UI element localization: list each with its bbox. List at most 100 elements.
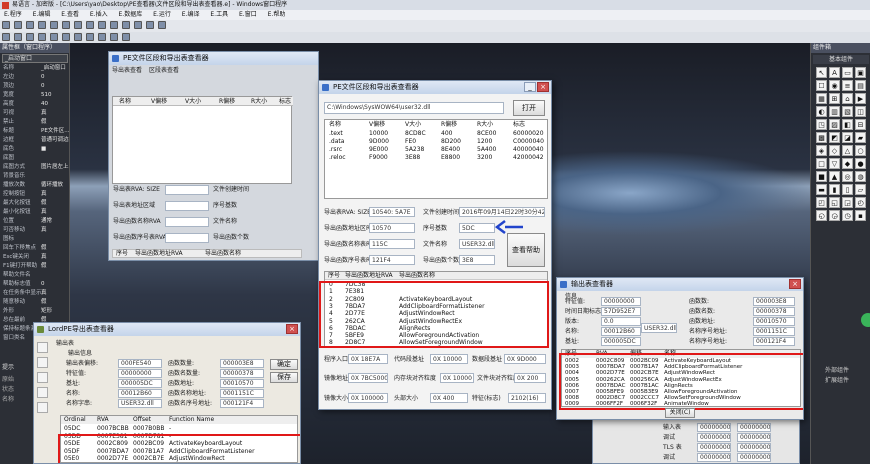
object-combo[interactable]: _启动窗口 <box>2 54 68 63</box>
find-icon[interactable] <box>134 21 142 29</box>
compile-icon[interactable] <box>122 21 130 29</box>
property-row[interactable]: 边框 普通可调边框 <box>3 137 69 144</box>
combobox-icon[interactable]: ▤ <box>855 80 866 91</box>
imgsize-field[interactable]: 0X 100000 <box>348 393 388 403</box>
export-viewer-value[interactable]: 0.0 <box>601 317 641 326</box>
property-row[interactable]: Esc键关闭 真 <box>3 254 67 261</box>
property-row[interactable]: 左边 0 <box>3 74 67 81</box>
radio-icon[interactable]: ◉ <box>829 80 840 91</box>
property-value[interactable]: 普通可调边框 <box>41 137 69 144</box>
menu-item[interactable]: E.程序 <box>4 10 22 20</box>
menu-item[interactable]: E.运行 <box>153 10 171 20</box>
grid-icon[interactable]: ◰ <box>816 197 827 208</box>
property-row[interactable]: 位置 通常 <box>3 218 67 225</box>
pointer-icon[interactable]: ↖ <box>816 67 827 78</box>
editbox-icon[interactable]: ◍ <box>855 171 866 182</box>
align-left-icon[interactable] <box>2 33 10 41</box>
picture-icon[interactable]: ⌂ <box>842 93 853 104</box>
tool-icon[interactable] <box>37 402 48 413</box>
panel-icon[interactable]: ▪ <box>855 210 866 221</box>
dir-value[interactable]: 00000000 <box>697 443 731 452</box>
imgbase-field[interactable]: 0X 7BC50000 <box>348 373 388 383</box>
entry-field[interactable]: 0X 18E7A <box>348 354 388 364</box>
designer-field[interactable] <box>165 233 209 243</box>
tool-icon[interactable] <box>37 357 48 368</box>
radio-icon[interactable]: ▮ <box>829 184 840 195</box>
export-viewer-value[interactable]: 57D952E7 <box>601 307 641 316</box>
menu-item[interactable]: E.编辑 <box>33 10 51 20</box>
dir-value[interactable]: 00000000 <box>697 423 731 432</box>
designer-field[interactable] <box>165 201 209 211</box>
combobox-icon[interactable]: ▰ <box>855 132 866 143</box>
checkbox-icon[interactable]: ▬ <box>816 184 827 195</box>
scrollbar-icon[interactable]: ◷ <box>842 210 853 221</box>
space-v-icon[interactable] <box>122 33 130 41</box>
toolbox-tab[interactable]: 基本组件 <box>813 55 869 64</box>
center-h-icon[interactable] <box>50 33 58 41</box>
lookup-button[interactable]: 查看帮助 <box>507 233 545 267</box>
file-path-input[interactable]: C:\Windows\SysWOW64\user32.dll <box>324 102 504 114</box>
property-value[interactable]: 真 <box>41 254 47 261</box>
property-row[interactable]: 可视 真 <box>3 110 67 117</box>
close-dialog-button[interactable]: 关闭(C) <box>665 408 695 418</box>
lordpe-field-value[interactable]: 000FE540 <box>118 359 162 368</box>
save-button[interactable]: 保存 <box>270 372 298 383</box>
property-value[interactable]: 循环播放 <box>41 182 63 189</box>
property-value[interactable]: 0 <box>41 74 45 81</box>
property-row[interactable]: 外形 矩形 <box>3 308 67 315</box>
progress-icon[interactable]: □ <box>816 158 827 169</box>
lordpe-field-value[interactable]: 00010570 <box>220 379 264 388</box>
frame-icon[interactable]: ◇ <box>829 145 840 156</box>
tool-icon[interactable] <box>37 342 48 353</box>
checkbox-icon[interactable]: ▩ <box>816 132 827 143</box>
listbox-icon[interactable]: ≡ <box>842 80 853 91</box>
create-time-field[interactable]: 2016年09月14日22时30分42秒 <box>459 207 545 217</box>
tab-icon[interactable]: ◶ <box>829 210 840 221</box>
menu-item[interactable]: E.数据库 <box>119 10 143 20</box>
func-count-field[interactable]: 3E8 <box>459 255 495 265</box>
codebase-field[interactable]: 0X 10000 <box>430 354 468 364</box>
undo-icon[interactable] <box>74 21 82 29</box>
lordpe-field-value[interactable]: 000121F4 <box>220 399 264 408</box>
export-viewer-value[interactable]: 000005DC <box>601 337 641 346</box>
property-value[interactable]: 假 <box>41 200 47 207</box>
lordpe-field-value[interactable]: USER32.dll <box>118 399 162 408</box>
paste-icon[interactable] <box>62 21 70 29</box>
lordpe-field-value[interactable]: 00000000 <box>118 369 162 378</box>
run-icon[interactable] <box>98 21 106 29</box>
dir-value[interactable]: 00000000 <box>737 423 771 432</box>
dir-value[interactable]: 00000000 <box>697 453 731 462</box>
copy-icon[interactable] <box>50 21 58 29</box>
property-row[interactable]: 最小化按钮 真 <box>3 209 67 216</box>
tab-icon[interactable]: ▥ <box>829 106 840 117</box>
timer-icon[interactable]: ○ <box>855 145 866 156</box>
table-row[interactable]: .data 9D000 FE0 8D200 1200 C0000040 <box>325 138 547 146</box>
property-row[interactable]: 底色 ■ <box>3 146 67 153</box>
designer-tab-export[interactable]: 导出表查看 <box>112 66 142 75</box>
property-row[interactable]: F1键打开帮助假 <box>3 263 67 270</box>
file-name-field[interactable]: USER32.dll <box>459 239 495 249</box>
export-viewer-value[interactable]: 00000000 <box>601 297 641 306</box>
tab-icon[interactable]: ▽ <box>829 158 840 169</box>
button-icon[interactable]: ◎ <box>842 171 853 182</box>
stop-icon[interactable] <box>110 21 118 29</box>
progress-icon[interactable]: ◵ <box>816 210 827 221</box>
database-field[interactable]: 0X 9D000 <box>504 354 546 364</box>
property-row[interactable]: 背景音乐 <box>3 173 67 180</box>
property-value[interactable]: PE文件区... <box>41 128 69 135</box>
property-value[interactable]: 假 <box>41 263 47 270</box>
same-width-icon[interactable] <box>74 33 82 41</box>
open-button[interactable]: 打开 <box>513 100 545 116</box>
listbox-icon[interactable]: ▯ <box>842 184 853 195</box>
close-button[interactable]: × <box>789 279 801 289</box>
open-icon[interactable] <box>14 21 22 29</box>
property-row[interactable]: 顶边 0 <box>3 83 67 90</box>
hdrsize-field[interactable]: 0X 400 <box>430 393 468 403</box>
assistant-icon[interactable] <box>861 313 870 327</box>
space-h-icon[interactable] <box>110 33 118 41</box>
grid-icon[interactable]: ▦ <box>816 93 827 104</box>
property-value[interactable]: 假 <box>41 299 47 306</box>
minimize-button[interactable]: _ <box>524 82 536 92</box>
func-addr-field[interactable]: 10570 <box>369 223 415 233</box>
label-icon[interactable]: ▨ <box>829 119 840 130</box>
